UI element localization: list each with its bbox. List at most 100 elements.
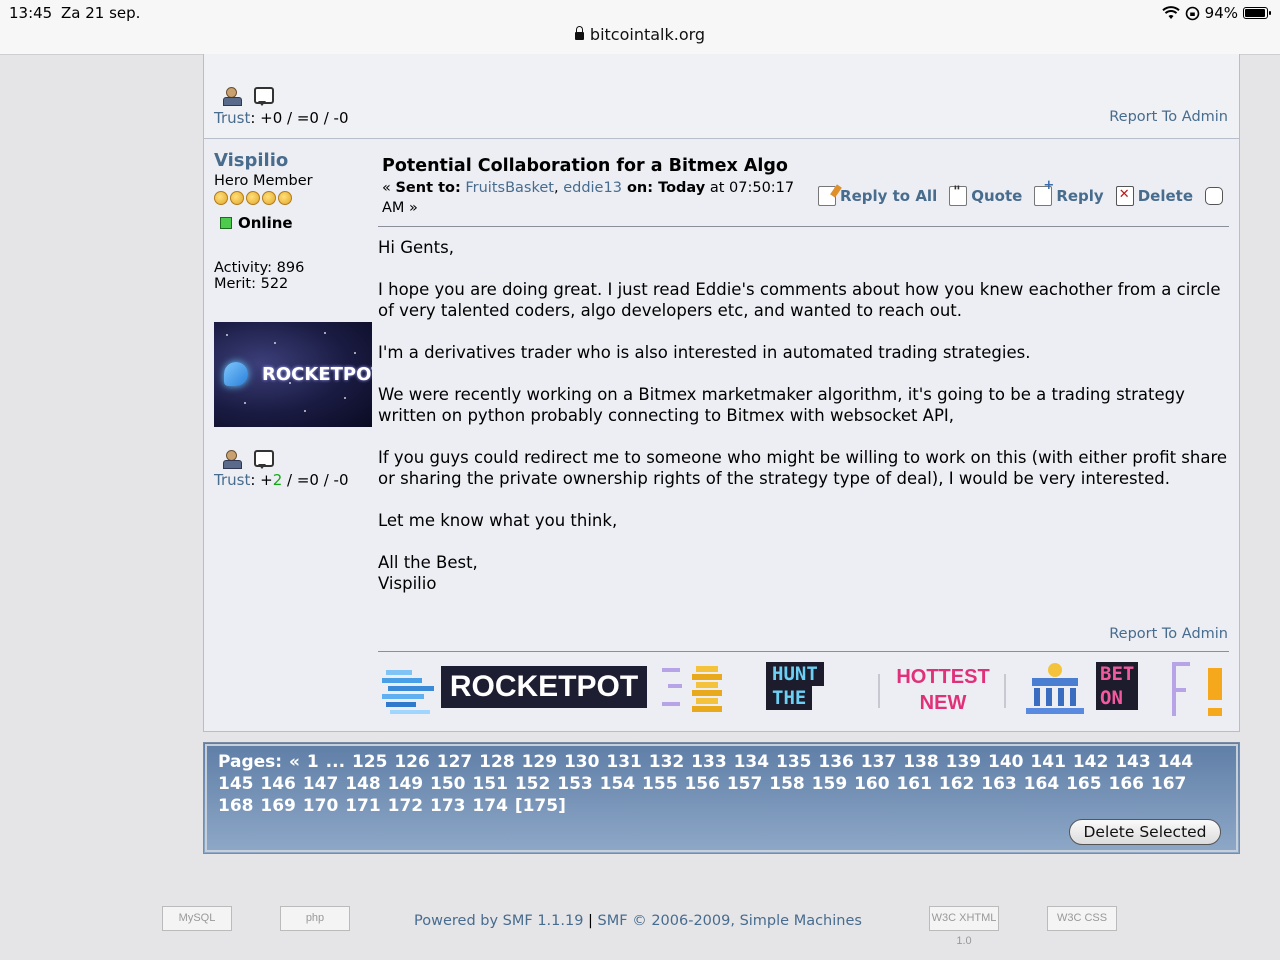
delete-label: Delete <box>1137 187 1193 205</box>
status-date: Za 21 sep. <box>61 4 141 22</box>
lock-icon <box>574 26 584 40</box>
bet-line-1: BET <box>1096 662 1139 686</box>
body-paragraph: I hope you are doing great. I just read … <box>378 280 1221 320</box>
css-badge[interactable]: W3C CSS <box>1047 906 1117 931</box>
status-indicators: 94% <box>1161 4 1271 22</box>
status-time: 13:45 <box>9 4 53 22</box>
star-icon <box>214 191 228 205</box>
footer: MySQL php Powered by SMF 1.1.19 | SMF © … <box>0 900 1280 947</box>
trust-values: : +0 / =0 / -0 <box>250 109 349 127</box>
online-label: Online <box>238 214 293 232</box>
hot-line-1: HOTTEST <box>896 666 990 688</box>
recipient-link[interactable]: FruitsBasket <box>465 180 554 196</box>
poster-trust: Trust: +2 / =0 / -0 <box>214 471 349 489</box>
body-paragraph: If you guys could redirect me to someone… <box>378 448 1228 488</box>
orientation-lock-icon <box>1185 6 1199 20</box>
message-icon[interactable] <box>253 86 274 106</box>
report-to-admin-link[interactable]: Report To Admin <box>1109 626 1228 642</box>
merit: Merit: 522 <box>214 276 289 292</box>
trust-link[interactable]: Trust <box>214 471 250 489</box>
address-bar[interactable]: bitcointalk.org <box>0 25 1280 44</box>
body-paragraph: Hi Gents, <box>378 238 454 257</box>
profile-icon[interactable] <box>222 86 242 106</box>
message-subject: Potential Collaboration for a Bitmex Alg… <box>382 156 788 176</box>
trust-link[interactable]: Trust <box>214 109 250 127</box>
reply-to-all-label: Reply to All <box>840 187 938 205</box>
bet-line-2: ON <box>1096 686 1139 710</box>
quote-button[interactable]: Quote <box>949 184 1023 206</box>
reply-button[interactable]: Reply <box>1034 178 1104 206</box>
message-body: Hi Gents, I hope you are doing great. I … <box>378 237 1228 594</box>
reply-label: Reply <box>1056 187 1104 205</box>
pixel-rocket-icon <box>382 670 434 714</box>
body-closing: All the Best, <box>378 553 478 572</box>
pagination-bar: Pages: « 1 ... 125 126 127 128 129 130 1… <box>203 742 1240 854</box>
activity: Activity: 896 <box>214 260 305 276</box>
pixel-exclaim-icon <box>1172 662 1222 716</box>
signature-bet: BET ON <box>1096 662 1139 710</box>
rank-stars <box>214 191 374 205</box>
pixel-coins-icon <box>662 666 722 712</box>
powered-by-link[interactable]: Powered by SMF 1.1.19 <box>414 913 583 929</box>
xhtml-badge[interactable]: W3C XHTML 1.0 <box>929 906 999 947</box>
select-checkbox[interactable] <box>1205 187 1223 205</box>
avatar: ROCKETPOT <box>214 322 372 427</box>
signature-divider-bar <box>878 674 880 708</box>
star-icon <box>262 191 276 205</box>
sent-info: « Sent to: FruitsBasket, eddie13 on: Tod… <box>382 178 812 218</box>
signature-divider-bar <box>1004 674 1006 708</box>
today-label: Today <box>653 180 706 196</box>
header-divider <box>378 226 1229 227</box>
sent-label: Sent to: <box>395 180 461 196</box>
signature-hottest: HOTTEST NEW <box>888 664 998 716</box>
reply-all-icon <box>818 186 837 206</box>
copyright-link[interactable]: SMF © 2006-2009, Simple Machines <box>598 913 862 929</box>
battery-percent: 94% <box>1204 4 1238 22</box>
star-icon <box>246 191 260 205</box>
on-label: on: <box>621 180 654 196</box>
recipient-separator: , <box>553 180 564 196</box>
poster-name[interactable]: Vispilio <box>214 150 374 171</box>
mysql-badge[interactable]: MySQL <box>162 906 232 931</box>
php-badge[interactable]: php <box>280 906 350 931</box>
signature-hunt: HUNT THE <box>766 662 836 714</box>
reply-to-all-button[interactable]: Reply to All <box>818 186 937 206</box>
body-paragraph: I'm a derivatives trader who is also int… <box>378 343 1031 362</box>
poster-rank: Hero Member <box>214 173 313 189</box>
battery-icon <box>1243 7 1271 19</box>
delete-button[interactable]: Delete <box>1115 186 1193 206</box>
delete-selected-button[interactable]: Delete Selected <box>1069 819 1221 845</box>
avatar-text: ROCKETPOT <box>262 364 372 385</box>
trust-positive: 2 <box>272 471 283 489</box>
message-icon[interactable] <box>253 449 274 469</box>
quote-icon <box>949 184 968 206</box>
poster-info: Vispilio Hero Member Online Activity: 89… <box>214 150 374 292</box>
previous-post: Trust: +0 / =0 / -0 Report To Admin <box>204 54 1239 139</box>
online-status: Online <box>214 214 374 232</box>
pixel-bank-icon <box>1026 663 1084 714</box>
hot-line-2: NEW <box>919 692 967 714</box>
signature-divider <box>378 651 1229 652</box>
prev-post-icons <box>222 86 274 106</box>
online-icon <box>220 217 232 229</box>
hunt-line-2: THE <box>766 686 813 710</box>
sent-prefix: « <box>382 180 396 196</box>
body-paragraph: We were recently working on a Bitmex mar… <box>378 385 1185 425</box>
forum-content: Trust: +0 / =0 / -0 Report To Admin Visp… <box>203 54 1240 732</box>
page-links[interactable]: Pages: « 1 ... 125 126 127 128 129 130 1… <box>218 751 1228 817</box>
signature-brand: ROCKETPOT <box>441 666 647 708</box>
prev-trust: Trust: +0 / =0 / -0 <box>214 109 349 127</box>
powered-by: Powered by SMF 1.1.19 | SMF © 2006-2009,… <box>414 913 862 929</box>
delete-icon <box>1115 186 1134 206</box>
report-to-admin-link[interactable]: Report To Admin <box>1109 109 1228 125</box>
profile-icon[interactable] <box>222 449 242 469</box>
signature-banner[interactable]: ROCKETPOT HUNT THE HOTTEST NEW BET ON <box>378 660 1229 722</box>
recipient-link[interactable]: eddie13 <box>563 180 622 196</box>
body-signature-name: Vispilio <box>378 574 437 593</box>
reply-icon <box>1034 178 1054 206</box>
quote-label: Quote <box>971 187 1023 205</box>
url-text: bitcointalk.org <box>589 25 706 44</box>
wifi-icon <box>1161 6 1180 19</box>
hunt-line-1: HUNT <box>766 662 824 686</box>
star-icon <box>278 191 292 205</box>
